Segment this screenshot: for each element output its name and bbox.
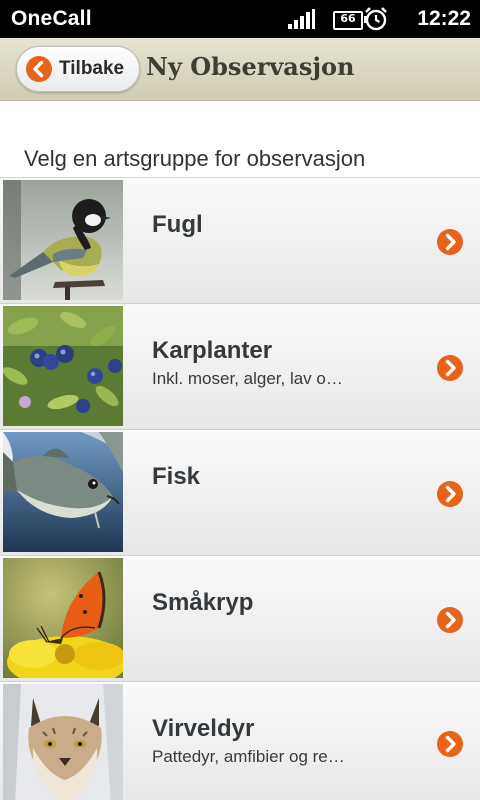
lynx-photo	[3, 684, 123, 800]
back-button-label: Tilbake	[59, 58, 125, 79]
back-button[interactable]: Tilbake	[16, 46, 140, 92]
page-title: Ny Observasjon	[146, 52, 355, 81]
list-item-title: Fisk	[152, 463, 201, 490]
header-bar: Tilbake Ny Observasjon	[0, 38, 480, 101]
species-group-list: Fugl Karplanter Inkl. moser, alger, lav …	[0, 178, 480, 800]
clock: 12:22	[417, 7, 471, 30]
list-item-smakryp[interactable]: Småkryp	[0, 556, 480, 682]
screen: OneCall 66 12:22 Tilbake Ny Observasjon …	[0, 0, 480, 800]
list-item-fisk[interactable]: Fisk	[0, 430, 480, 556]
chevron-right-icon	[437, 607, 463, 633]
list-item-title: Småkryp	[152, 589, 254, 616]
signal-icon	[288, 9, 315, 29]
chevron-right-icon	[437, 355, 463, 381]
carrier-name: OneCall	[11, 7, 92, 30]
blueberry-plant-photo	[3, 306, 123, 426]
list-item-subtitle: Inkl. moser, alger, lav o…	[152, 369, 343, 388]
great-tit-bird-photo	[3, 180, 123, 300]
orange-butterfly-photo	[3, 558, 123, 678]
list-item-title: Virveldyr	[152, 715, 255, 742]
list-item-title: Karplanter	[152, 337, 273, 364]
back-arrow-icon	[26, 56, 52, 82]
instruction-text: Velg en artsgruppe for observasjon	[24, 146, 366, 171]
cod-fish-photo	[3, 432, 123, 552]
battery-level: 66	[340, 12, 356, 25]
list-item-fugl[interactable]: Fugl	[0, 178, 480, 304]
list-item-karplanter[interactable]: Karplanter Inkl. moser, alger, lav o…	[0, 304, 480, 430]
list-item-title: Fugl	[152, 211, 203, 238]
list-item-virveldyr[interactable]: Virveldyr Pattedyr, amfibier og re…	[0, 682, 480, 800]
status-bar: OneCall 66 12:22	[0, 0, 480, 38]
chevron-right-icon	[437, 731, 463, 757]
battery-icon: 66	[333, 11, 367, 30]
list-item-subtitle: Pattedyr, amfibier og re…	[152, 747, 345, 766]
chevron-right-icon	[437, 229, 463, 255]
chevron-right-icon	[437, 481, 463, 507]
alarm-clock-icon	[365, 7, 387, 31]
